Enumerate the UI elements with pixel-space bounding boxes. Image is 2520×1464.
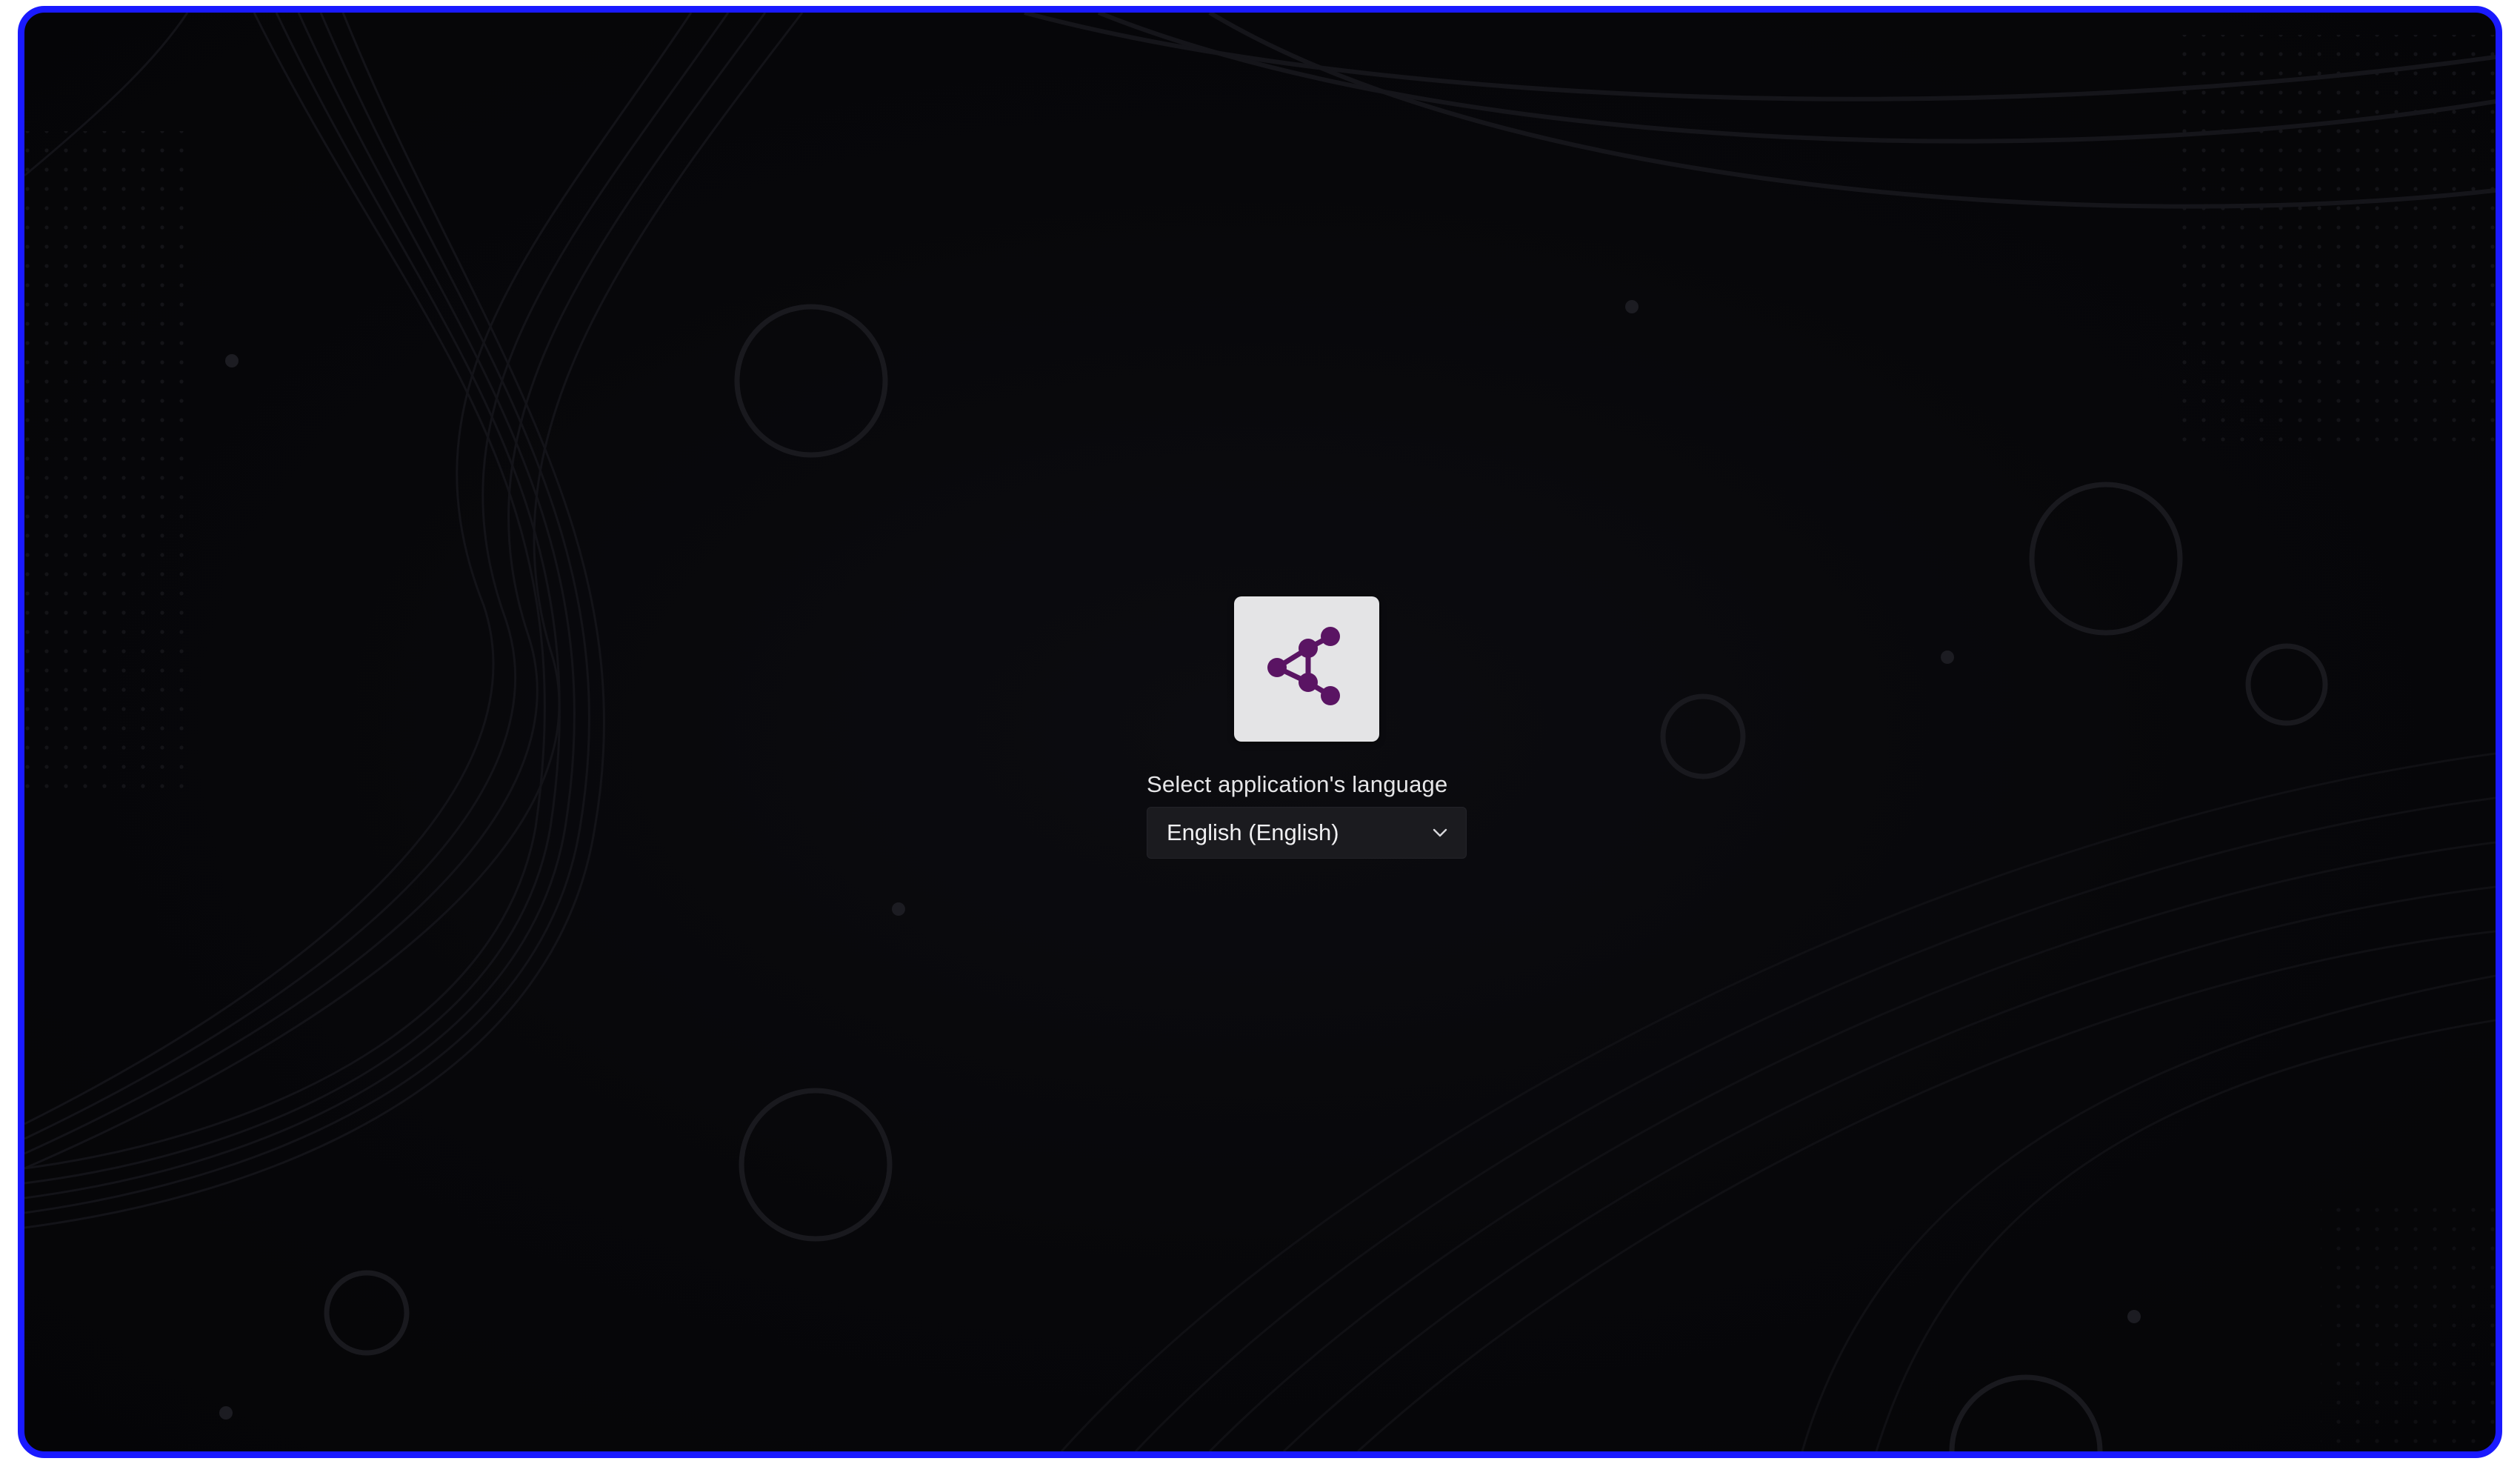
- chevron-down-icon: [1432, 825, 1448, 841]
- app-logo: [1234, 596, 1379, 742]
- language-select-label: Select application's language: [1147, 771, 1448, 797]
- language-setup-panel: Select application's language English (E…: [1147, 596, 1473, 859]
- app-window: Select application's language English (E…: [18, 6, 2502, 1458]
- share-network-icon: [1262, 623, 1351, 716]
- language-dropdown-value: English (English): [1167, 819, 1339, 845]
- language-dropdown[interactable]: English (English): [1147, 807, 1467, 859]
